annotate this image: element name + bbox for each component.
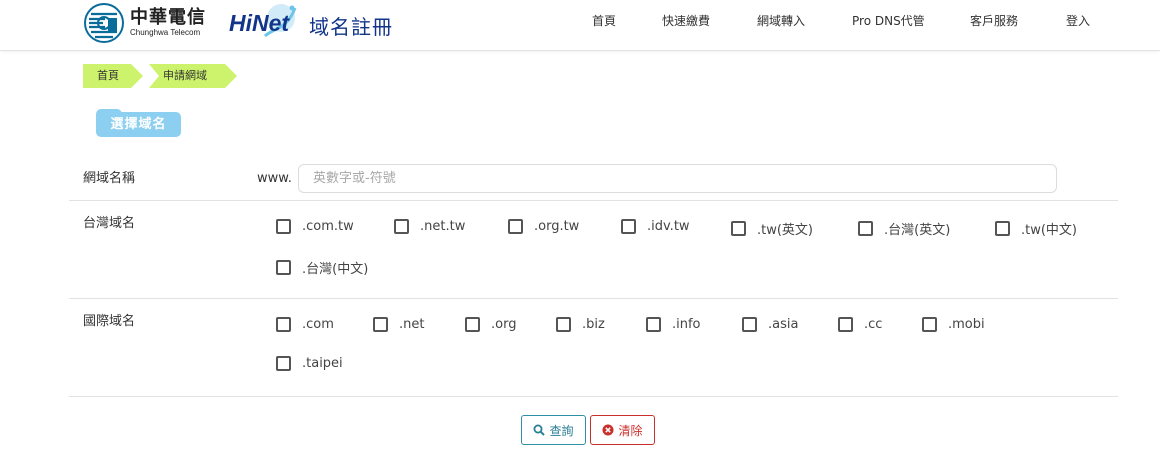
nav-pro-dns[interactable]: Pro DNS代管 [852, 12, 925, 29]
option-label: .taipei [302, 356, 343, 371]
tw-option-tw-zh[interactable]: .tw(中文) [995, 219, 1077, 238]
option-label: .tw(英文) [757, 223, 814, 238]
tw-option-taiwan-zh[interactable]: .台灣(中文) [276, 258, 368, 277]
divider-2 [69, 298, 1118, 299]
cht-name-en: Chunghwa Telecom [130, 28, 201, 37]
checkbox[interactable] [922, 317, 937, 332]
intl-domains-label: 國際域名 [83, 314, 136, 329]
intl-option-info[interactable]: .info [646, 317, 701, 332]
checkbox[interactable] [373, 317, 388, 332]
intl-option-biz[interactable]: .biz [556, 317, 605, 332]
checkbox[interactable] [276, 219, 291, 234]
checkbox[interactable] [465, 317, 480, 332]
breadcrumb-apply-domain: 申請網域 [149, 64, 237, 88]
checkbox[interactable] [995, 221, 1010, 236]
domain-name-label: 網域名稱 [83, 171, 136, 186]
cht-name-zh: 中華電信 [130, 7, 206, 28]
chunghwa-telecom-wordmark: 中華電信 Chunghwa Telecom [130, 8, 206, 38]
checkbox[interactable] [858, 221, 873, 236]
tw-option-tw-en[interactable]: .tw(英文) [731, 219, 813, 238]
checkbox[interactable] [731, 221, 746, 236]
checkbox[interactable] [276, 317, 291, 332]
tw-option-idv-tw[interactable]: .idv.tw [621, 219, 690, 234]
nav-domain-transfer[interactable]: 網域轉入 [757, 12, 805, 29]
intl-option-com[interactable]: .com [276, 317, 334, 332]
checkbox[interactable] [556, 317, 571, 332]
checkbox[interactable] [742, 317, 757, 332]
divider-1 [69, 200, 1118, 201]
checkbox[interactable] [838, 317, 853, 332]
nav-home[interactable]: 首頁 [592, 12, 616, 29]
intl-option-asia[interactable]: .asia [742, 317, 798, 332]
tw-domains-label: 台灣域名 [83, 216, 136, 231]
option-label: .tw(中文) [1021, 223, 1078, 238]
clear-button-label: 清除 [618, 423, 643, 438]
checkbox[interactable] [276, 356, 291, 371]
hinet-domain-logo[interactable]: HiNet 域名註冊 [229, 0, 399, 46]
search-button[interactable]: 查詢 [521, 415, 586, 445]
option-label: .org [491, 317, 517, 332]
clear-button[interactable]: 清除 [590, 415, 655, 445]
option-label: .org.tw [534, 219, 580, 234]
breadcrumb-home[interactable]: 首頁 [83, 64, 143, 88]
checkbox[interactable] [276, 260, 291, 275]
nav-customer-service[interactable]: 客戶服務 [970, 12, 1018, 29]
search-button-label: 查詢 [549, 423, 574, 438]
option-label: .info [672, 317, 701, 332]
tw-option-org-tw[interactable]: .org.tw [508, 219, 579, 234]
checkbox[interactable] [394, 219, 409, 234]
section-title: 選擇域名 [96, 109, 181, 137]
search-icon [533, 424, 546, 436]
option-label: .idv.tw [647, 219, 690, 234]
hinet-wordmark: HiNet [229, 10, 290, 36]
divider-3 [69, 396, 1118, 397]
intl-option-cc[interactable]: .cc [838, 317, 882, 332]
tw-option-com-tw[interactable]: .com.tw [276, 219, 354, 234]
option-label: .台灣(英文) [884, 223, 951, 238]
tw-option-taiwan-en[interactable]: .台灣(英文) [858, 219, 950, 238]
option-label: .com.tw [302, 219, 354, 234]
chunghwa-telecom-mark-icon [84, 3, 124, 43]
hinet-subtitle: 域名註冊 [309, 15, 393, 39]
option-label: .net.tw [420, 219, 466, 234]
checkbox[interactable] [508, 219, 523, 234]
site-header: 中華電信 Chunghwa Telecom HiNet 域名註冊 首頁 快速繳費… [0, 0, 1160, 51]
option-label: .asia [768, 317, 799, 332]
nav-quick-pay[interactable]: 快速繳費 [662, 12, 710, 29]
checkbox[interactable] [621, 219, 636, 234]
clear-icon [602, 424, 614, 436]
nav-login[interactable]: 登入 [1066, 12, 1090, 29]
option-label: .cc [864, 317, 883, 332]
intl-option-taipei[interactable]: .taipei [276, 356, 343, 371]
intl-option-net[interactable]: .net [373, 317, 424, 332]
option-label: .台灣(中文) [302, 262, 369, 277]
checkbox[interactable] [646, 317, 661, 332]
tw-option-net-tw[interactable]: .net.tw [394, 219, 465, 234]
intl-option-mobi[interactable]: .mobi [922, 317, 985, 332]
option-label: .biz [582, 317, 605, 332]
www-prefix: www. [257, 171, 292, 186]
option-label: .mobi [948, 317, 985, 332]
chunghwa-telecom-logo[interactable]: 中華電信 Chunghwa Telecom [83, 2, 206, 44]
option-label: .net [399, 317, 425, 332]
option-label: .com [302, 317, 334, 332]
intl-option-org[interactable]: .org [465, 317, 516, 332]
domain-name-input[interactable] [298, 164, 1057, 193]
